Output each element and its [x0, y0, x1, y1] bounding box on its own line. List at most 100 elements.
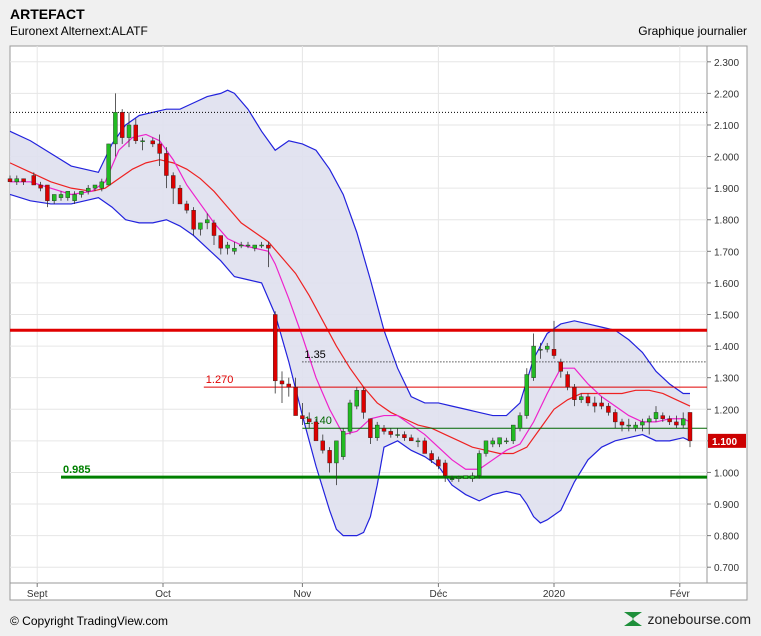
candle-body [585, 396, 591, 404]
x-tick-label: Nov [294, 589, 312, 600]
candle-body [579, 396, 584, 400]
candle-body [300, 415, 305, 419]
candle-body [347, 402, 353, 432]
candle-body [449, 478, 455, 480]
y-tick-label: 1.700 [714, 247, 739, 258]
candle-body [524, 374, 529, 416]
y-tick-label: 1.600 [714, 279, 739, 290]
candle-body [531, 345, 536, 378]
candle-body [687, 412, 693, 442]
candle-body [415, 440, 421, 443]
x-tick-label: Sept [27, 589, 48, 600]
candle-body [7, 178, 13, 183]
candle-body [45, 184, 50, 201]
candle-body [497, 437, 502, 445]
candle-body [504, 440, 509, 443]
candle-body [266, 244, 271, 249]
candle-body [640, 421, 645, 426]
candle-body [361, 390, 366, 413]
y-tick-label: 0.800 [714, 532, 739, 543]
candle-body [279, 380, 285, 385]
y-tick-label: 1.500 [714, 311, 739, 322]
level-label: 1.35 [304, 349, 325, 361]
candle-body [613, 412, 618, 423]
candle-body [119, 112, 125, 138]
candle-body [133, 124, 139, 141]
x-tick-label: Févr [670, 589, 691, 600]
candle-body [14, 178, 20, 183]
y-tick-label: 2.000 [714, 153, 739, 164]
x-axis-panel [9, 582, 748, 601]
candle-body [252, 244, 258, 249]
candle-body [375, 424, 380, 438]
candle-body [140, 140, 145, 142]
copyright-text: © Copyright TradingView.com [10, 614, 169, 628]
last-price-label: 1.100 [712, 437, 737, 448]
candle-body [402, 434, 407, 438]
candle-body [368, 418, 373, 438]
candle-body [218, 235, 224, 249]
price-chart: 0.700 0.800 0.900 1.000 1.100 1.200 1.300 1.400… [7, 45, 748, 601]
y-tick-label: 2.100 [714, 121, 739, 132]
level-label: 1.270 [206, 374, 234, 386]
y-tick-label: 1.800 [714, 216, 739, 227]
candle-body [429, 453, 434, 461]
candle-body [320, 440, 325, 451]
level-label: 0.985 [63, 464, 91, 476]
candle-body [599, 402, 604, 407]
candle-body [286, 383, 291, 388]
candle-body [198, 222, 203, 230]
candle-body [511, 424, 516, 442]
candle-body [538, 349, 543, 351]
candle-body [565, 374, 570, 388]
zonebourse-logo-icon [624, 612, 643, 626]
candle-body [409, 437, 414, 442]
candle-body [245, 244, 251, 247]
candle-body [334, 440, 339, 464]
candle-body [31, 175, 36, 186]
candle-body [341, 431, 346, 457]
candle-body [21, 178, 26, 183]
candle-body [470, 475, 475, 479]
candle-body [65, 191, 71, 198]
candle-body [572, 386, 577, 400]
candle-body [58, 194, 64, 198]
candle-body [647, 418, 652, 423]
candle-body [477, 453, 482, 476]
y-tick-label: 1.000 [714, 468, 739, 479]
candle-body [72, 194, 77, 201]
y-tick-label: 2.300 [714, 58, 739, 69]
candle-body [395, 434, 400, 436]
candle-body [490, 440, 495, 445]
candle-body [126, 124, 132, 138]
candle-body [85, 187, 91, 192]
candle-body [626, 424, 631, 427]
candle-body [381, 428, 387, 432]
candle-body [551, 349, 557, 356]
y-tick-label: 0.700 [714, 563, 739, 574]
candle-body [619, 421, 625, 426]
x-tick-label: Déc [430, 589, 448, 600]
candle-body [204, 219, 210, 224]
candle-body [463, 475, 468, 479]
candle-body [592, 402, 597, 407]
candle-body [92, 184, 98, 189]
candle-body [38, 184, 43, 189]
candle-body [150, 140, 156, 145]
candle-body [273, 314, 278, 382]
x-tick-label: Oct [155, 589, 171, 600]
brand-logo[interactable]: zonebourse.com [623, 610, 751, 628]
candle-body [660, 415, 665, 419]
x-tick-label: 2020 [543, 589, 566, 600]
candle-body [681, 418, 686, 426]
candle-body [164, 153, 169, 176]
candle-body [327, 450, 332, 464]
candle-body [313, 421, 319, 442]
candle-body [157, 143, 162, 154]
candle-body [177, 187, 183, 205]
candle-body [667, 418, 672, 423]
y-tick-label: 2.200 [714, 89, 739, 100]
candle-body [79, 191, 84, 195]
y-tick-label: 1.200 [714, 405, 739, 416]
candle-body [99, 181, 105, 189]
